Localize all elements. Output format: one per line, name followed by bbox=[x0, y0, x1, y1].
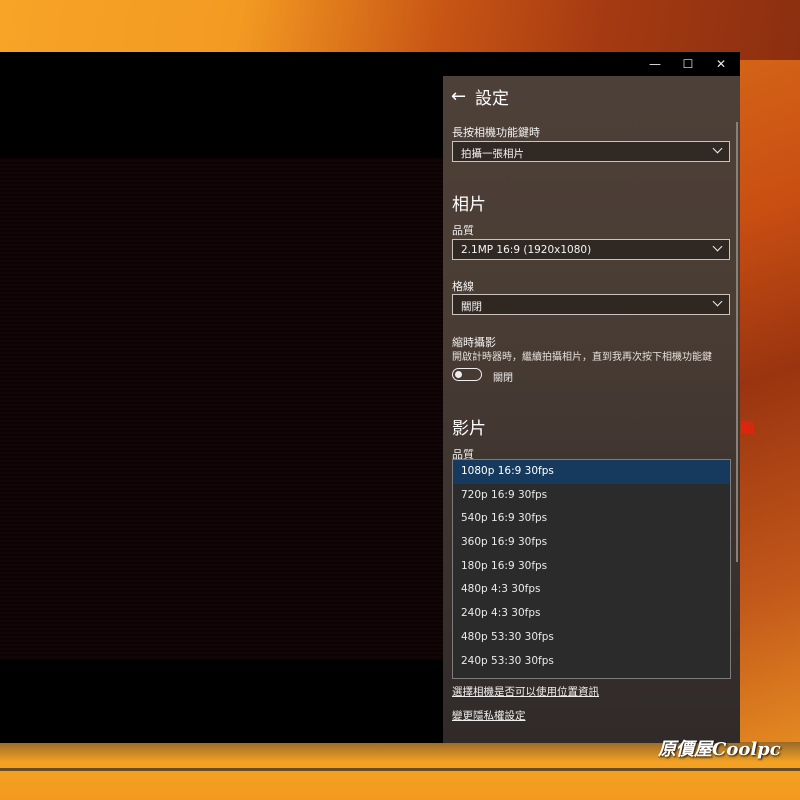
photo-quality-value: 2.1MP 16:9 (1920x1080) bbox=[461, 244, 592, 256]
privacy-settings-link[interactable]: 變更隱私權設定 bbox=[452, 708, 526, 723]
back-arrow-icon[interactable]: ← bbox=[451, 86, 471, 107]
toggle-knob bbox=[455, 370, 462, 378]
hold-button-dropdown[interactable]: 拍攝一張相片 bbox=[452, 141, 730, 162]
settings-header: ← 設定 bbox=[451, 84, 509, 109]
video-quality-option[interactable]: 1080p 16:9 30fps bbox=[453, 460, 730, 484]
video-quality-option[interactable]: 240p 4:3 30fps bbox=[453, 602, 730, 626]
timelapse-toggle[interactable] bbox=[452, 368, 482, 381]
video-quality-option[interactable]: 540p 16:9 30fps bbox=[453, 507, 730, 531]
chevron-down-icon bbox=[712, 143, 723, 154]
grid-label: 格線 bbox=[452, 280, 474, 293]
maximize-button[interactable]: ☐ bbox=[671, 52, 705, 76]
minimize-button[interactable]: — bbox=[638, 52, 672, 76]
scrollbar[interactable] bbox=[736, 122, 738, 562]
video-section-heading: 影片 bbox=[452, 419, 486, 439]
video-quality-option[interactable]: 360p 16:9 30fps bbox=[453, 531, 730, 555]
camera-app-window: — ☐ ✕ ← 設定 長按相機功能鍵時 拍攝一張相片 相片 品質 2.1MP 1… bbox=[0, 52, 740, 743]
photo-quality-label: 品質 bbox=[452, 224, 474, 237]
location-settings-link[interactable]: 選擇相機是否可以使用位置資訊 bbox=[452, 684, 599, 699]
wallpaper-top bbox=[0, 0, 800, 60]
camera-preview bbox=[0, 158, 443, 660]
video-quality-option[interactable]: 480p 4:3 30fps bbox=[453, 578, 730, 602]
chevron-down-icon bbox=[712, 296, 723, 307]
video-quality-option[interactable]: 240p 53:30 30fps bbox=[453, 650, 730, 674]
wallpaper-text: 腦 bbox=[740, 421, 754, 437]
video-quality-option[interactable]: 480p 53:30 30fps bbox=[453, 626, 730, 650]
settings-panel: ← 設定 長按相機功能鍵時 拍攝一張相片 相片 品質 2.1MP 16:9 (1… bbox=[443, 76, 740, 743]
settings-title: 設定 bbox=[475, 89, 509, 109]
photo-section-heading: 相片 bbox=[452, 195, 486, 215]
grid-dropdown[interactable]: 關閉 bbox=[452, 294, 730, 315]
hold-button-label: 長按相機功能鍵時 bbox=[452, 126, 540, 139]
video-quality-option[interactable]: 720p 16:9 30fps bbox=[453, 484, 730, 508]
photo-quality-dropdown[interactable]: 2.1MP 16:9 (1920x1080) bbox=[452, 239, 730, 260]
hold-button-value: 拍攝一張相片 bbox=[461, 148, 524, 160]
title-bar: — ☐ ✕ bbox=[0, 52, 740, 76]
timelapse-toggle-state: 關閉 bbox=[493, 373, 513, 384]
chevron-down-icon bbox=[712, 241, 723, 252]
video-quality-list: 1080p 16:9 30fps 720p 16:9 30fps 540p 16… bbox=[452, 459, 731, 679]
watermark-logo: 原價屋Coolpc bbox=[658, 739, 781, 760]
timelapse-description: 開啟計時器時，繼續拍攝相片，直到我再次按下相機功能鍵 bbox=[452, 352, 712, 363]
wallpaper-stripe bbox=[0, 768, 800, 771]
close-button[interactable]: ✕ bbox=[704, 52, 738, 76]
grid-value: 關閉 bbox=[461, 301, 482, 313]
video-quality-option[interactable]: 180p 16:9 30fps bbox=[453, 555, 730, 579]
